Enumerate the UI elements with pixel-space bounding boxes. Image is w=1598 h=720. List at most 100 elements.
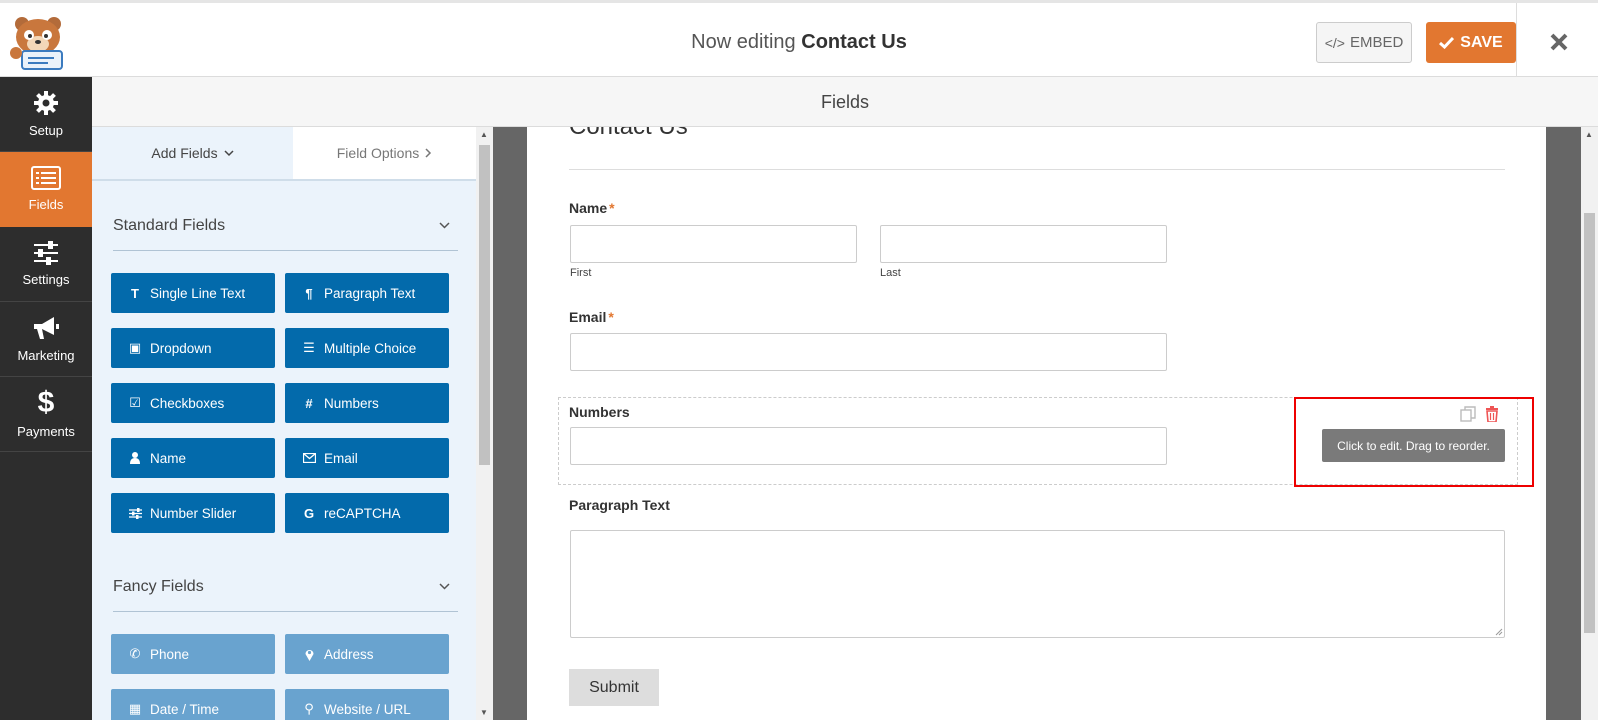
sliders-icon [34, 241, 58, 265]
trash-icon[interactable] [1485, 406, 1499, 422]
duplicate-icon[interactable] [1460, 406, 1476, 422]
checkmark-icon [1439, 36, 1455, 49]
field-button-label: Number Slider [150, 505, 237, 521]
nav-label: Setup [29, 123, 63, 138]
field-button-label: Paragraph Text [324, 285, 416, 301]
nav-item-settings[interactable]: Settings [0, 227, 92, 302]
close-button[interactable] [1540, 23, 1578, 61]
standard-fields-header[interactable]: Standard Fields [113, 201, 458, 251]
required-mark: * [608, 309, 614, 325]
save-button[interactable]: SAVE [1426, 22, 1516, 63]
label-text: Name [569, 200, 608, 216]
form-title: Contact Us [569, 127, 688, 141]
embed-button[interactable]: </> EMBED [1316, 22, 1412, 63]
sublabel-last: Last [880, 267, 901, 279]
panel-tabs: Add Fields Field Options [92, 127, 476, 181]
field-button-number-slider[interactable]: Number Slider [111, 493, 275, 533]
field-tooltip: Click to edit. Drag to reorder. [1322, 429, 1505, 462]
nav-label: Marketing [17, 348, 75, 363]
fancy-fields-header[interactable]: Fancy Fields [113, 562, 458, 612]
nav-label: Payments [17, 424, 75, 439]
panel-scrollbar[interactable]: ▲ ▼ [476, 127, 493, 720]
name-last-input[interactable] [880, 225, 1167, 263]
chevron-down-icon [439, 583, 450, 590]
text-icon: T [131, 285, 139, 301]
field-button-name[interactable]: Name [111, 438, 275, 478]
checkbox-icon: ☑ [129, 395, 141, 410]
tab-field-options[interactable]: Field Options [293, 127, 476, 179]
envelope-icon [302, 453, 316, 463]
dropdown-icon: ▣ [128, 340, 142, 355]
field-label-name[interactable]: Name * [569, 200, 615, 216]
required-mark: * [609, 200, 615, 216]
field-button-label: Dropdown [150, 340, 212, 356]
field-button-recaptcha[interactable]: G reCAPTCHA [285, 493, 449, 533]
tab-label: Field Options [336, 145, 420, 161]
scroll-up-arrow-icon[interactable]: ▲ [480, 130, 488, 139]
paragraph-icon: ¶ [305, 285, 313, 301]
field-button-email[interactable]: Email [285, 438, 449, 478]
list-icon [31, 166, 61, 190]
tab-add-fields[interactable]: Add Fields [92, 127, 293, 179]
submit-button[interactable]: Submit [569, 669, 659, 706]
field-label-email[interactable]: Email * [569, 309, 614, 325]
save-button-label: SAVE [1460, 33, 1503, 51]
nav-item-setup[interactable]: Setup [0, 77, 92, 152]
chevron-down-icon [224, 149, 234, 156]
top-bar: Now editing Contact Us </> EMBED SAVE [0, 0, 1598, 79]
scrollbar-thumb[interactable] [1584, 213, 1595, 633]
field-button-numbers[interactable]: # Numbers [285, 383, 449, 423]
preview-scrollbar[interactable]: ▲ [1581, 127, 1598, 720]
field-label-paragraph: Paragraph Text [569, 497, 670, 513]
map-pin-icon [302, 648, 316, 661]
field-button-label: Multiple Choice [324, 340, 417, 356]
field-button-address[interactable]: Address [285, 634, 449, 674]
paragraph-textarea[interactable] [570, 530, 1505, 638]
field-button-date-time[interactable]: ▦ Date / Time [111, 689, 275, 720]
name-first-input[interactable] [570, 225, 857, 263]
nav-label: Fields [28, 197, 64, 212]
form-preview: Contact Us Name* First Last Email* Numbe… [527, 127, 1546, 720]
field-button-label: Email [324, 450, 358, 466]
gear-icon [34, 91, 58, 115]
add-fields-panel: Add Fields Field Options Standard Fields… [92, 127, 476, 720]
field-button-label: Date / Time [150, 701, 220, 717]
nav-item-marketing[interactable]: Marketing [0, 302, 92, 377]
scroll-up-arrow-icon[interactable]: ▲ [1585, 130, 1593, 139]
left-nav: Setup Fields Settings Marketing $ Paymen… [0, 77, 92, 720]
nav-label: Settings [22, 272, 70, 287]
title-form-name: Contact Us [801, 31, 907, 53]
list-ul-icon: ☰ [303, 340, 315, 355]
title-prefix: Now editing [691, 31, 796, 53]
field-button-label: Website / URL [324, 701, 411, 717]
field-button-dropdown[interactable]: ▣ Dropdown [111, 328, 275, 368]
chevron-down-icon [439, 222, 450, 229]
close-icon [1550, 33, 1568, 51]
google-icon: G [303, 505, 315, 521]
field-button-label: Single Line Text [150, 285, 246, 301]
numbers-input[interactable] [570, 427, 1167, 465]
scroll-down-arrow-icon[interactable]: ▼ [480, 708, 488, 717]
resize-handle-icon[interactable] [1495, 628, 1503, 636]
megaphone-icon [34, 317, 59, 339]
email-input[interactable] [570, 333, 1167, 371]
chevron-right-icon [425, 148, 432, 158]
label-text: Email [569, 309, 607, 325]
field-label-numbers: Numbers [569, 404, 630, 420]
link-icon: ⚲ [304, 701, 314, 716]
nav-item-payments[interactable]: $ Payments [0, 377, 92, 452]
field-button-website-url[interactable]: ⚲ Website / URL [285, 689, 449, 720]
section-header: Fields [92, 77, 1598, 127]
field-button-single-line-text[interactable]: T Single Line Text [111, 273, 275, 313]
nav-item-fields[interactable]: Fields [0, 152, 92, 227]
field-button-checkboxes[interactable]: ☑ Checkboxes [111, 383, 275, 423]
scrollbar-thumb[interactable] [479, 145, 490, 465]
field-button-phone[interactable]: ✆ Phone [111, 634, 275, 674]
topbar-divider [1516, 3, 1517, 79]
embed-button-label: EMBED [1349, 34, 1404, 51]
sublabel-first: First [570, 267, 592, 279]
code-icon: </> [1324, 34, 1345, 51]
field-button-paragraph-text[interactable]: ¶ Paragraph Text [285, 273, 449, 313]
user-icon [128, 452, 142, 464]
field-button-multiple-choice[interactable]: ☰ Multiple Choice [285, 328, 449, 368]
